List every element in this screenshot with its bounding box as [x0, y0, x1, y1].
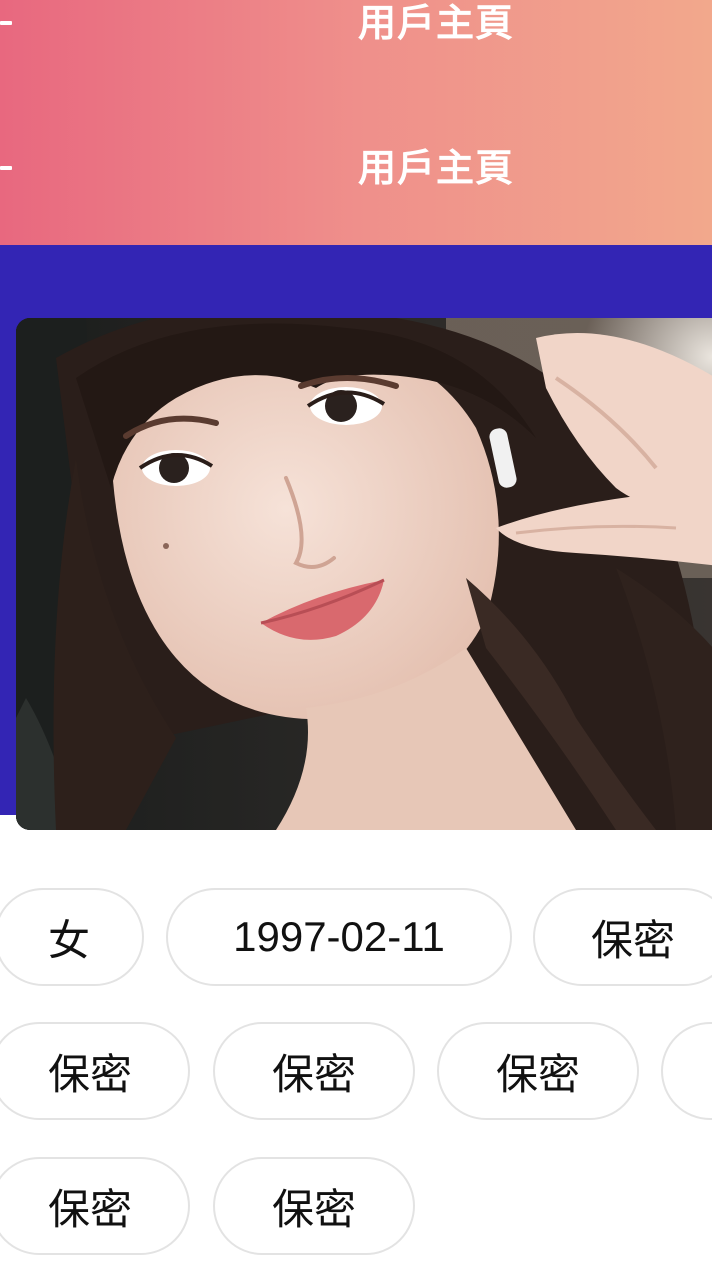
tag-secret[interactable]: 保密 [533, 888, 712, 986]
tag-secret[interactable]: 保密 [213, 1157, 415, 1255]
tag-secret[interactable]: 保密 [0, 1157, 190, 1255]
photo-illustration [16, 318, 712, 830]
tag-secret[interactable]: 保密 [213, 1022, 415, 1120]
page-title: 用戶主頁 [357, 1, 514, 45]
user-home-page: 用戶主頁 用戶主頁 女 1997-02-11 保密 保密 保密 保密 保密 保密 [0, 0, 712, 1280]
profile-photo[interactable] [16, 318, 712, 830]
title-bar: 用戶主頁 [0, 0, 712, 58]
tag-secret-partial[interactable] [661, 1022, 712, 1120]
title-bar-duplicate: 用戶主頁 [0, 133, 712, 203]
gender-tag[interactable]: 女 [0, 888, 144, 986]
tag-secret[interactable]: 保密 [437, 1022, 639, 1120]
birthday-tag[interactable]: 1997-02-11 [166, 888, 512, 986]
tag-secret[interactable]: 保密 [0, 1022, 190, 1120]
header-bar: 用戶主頁 用戶主頁 [0, 0, 712, 245]
page-title-duplicate: 用戶主頁 [357, 146, 514, 190]
